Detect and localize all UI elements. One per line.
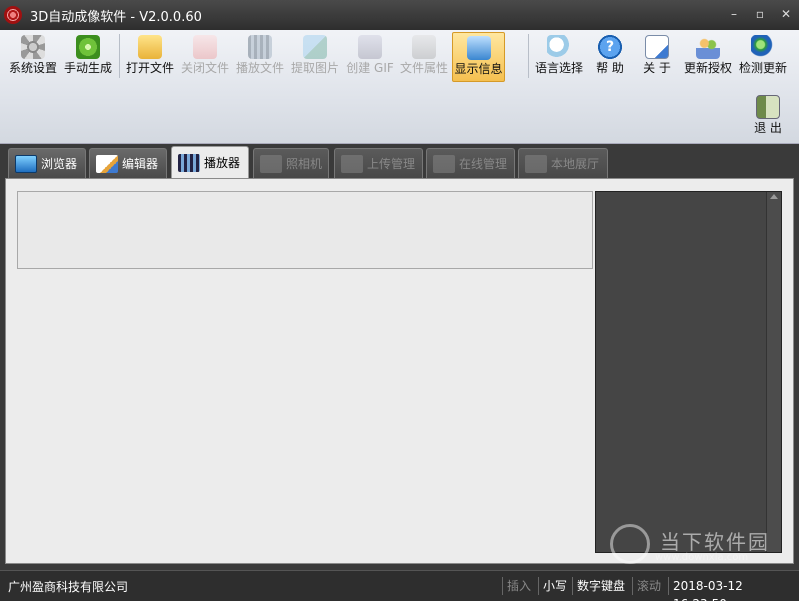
tab-upload[interactable]: 上传管理 <box>334 148 423 178</box>
create-gif-button[interactable]: 创建 GIF <box>343 32 397 82</box>
online-manage-icon <box>433 154 455 173</box>
play-file-label: 播放文件 <box>235 61 284 75</box>
tab-online-label: 在线管理 <box>459 157 508 171</box>
tab-camera-label: 照相机 <box>286 157 323 171</box>
close-file-icon <box>193 35 217 59</box>
manual-generate-label: 手动生成 <box>63 61 112 75</box>
minimize-button[interactable]: – <box>727 6 741 22</box>
maximize-button[interactable]: ▫ <box>753 6 767 22</box>
gear-icon <box>21 35 45 59</box>
window-controls: – ▫ ✕ <box>727 6 793 22</box>
monitor-icon <box>466 36 491 60</box>
toolbar-ribbon: 系统设置 手动生成 打开文件 关闭文件 播放文件 提取图片 创建 GIF 文件属… <box>0 30 799 144</box>
window-title: 3D自动成像软件 - V2.0.0.60 <box>30 9 202 25</box>
info-side-panel <box>595 191 782 553</box>
tab-camera[interactable]: 照相机 <box>253 148 329 178</box>
upload-icon <box>341 154 363 173</box>
tab-browser-label: 浏览器 <box>41 157 78 171</box>
file-properties-label: 文件属性 <box>399 61 448 75</box>
tab-player-label: 播放器 <box>204 156 241 170</box>
globe-icon <box>751 35 775 59</box>
side-panel-scrollbar[interactable] <box>766 192 781 552</box>
player-info-panel <box>17 191 593 269</box>
tab-player[interactable]: 播放器 <box>171 146 249 178</box>
check-update-button[interactable]: 检测更新 <box>738 32 788 82</box>
tab-local-gallery[interactable]: 本地展厅 <box>518 148 608 178</box>
open-file-button[interactable]: 打开文件 <box>123 32 177 82</box>
system-settings-label: 系统设置 <box>8 61 57 75</box>
manual-generate-button[interactable]: 手动生成 <box>61 32 115 82</box>
system-settings-button[interactable]: 系统设置 <box>6 32 60 82</box>
status-numpad: 数字键盘 <box>572 577 629 595</box>
pencil-icon <box>96 154 118 173</box>
tab-local-gallery-label: 本地展厅 <box>551 157 600 171</box>
show-info-button[interactable]: 显示信息 <box>452 32 505 82</box>
help-label: 帮 助 <box>596 61 624 75</box>
gallery-icon <box>525 154 547 173</box>
tab-editor-label: 编辑器 <box>122 157 159 171</box>
toolbar-separator <box>528 34 529 78</box>
open-file-label: 打开文件 <box>125 61 174 75</box>
help-icon: ? <box>598 35 622 59</box>
close-button[interactable]: ✕ <box>779 6 793 22</box>
app-logo-icon <box>4 6 22 24</box>
close-file-button[interactable]: 关闭文件 <box>178 32 232 82</box>
about-button[interactable]: 关 于 <box>635 32 679 82</box>
scroll-up-arrow-icon[interactable] <box>770 194 778 199</box>
database-icon <box>412 35 436 59</box>
toolbar-separator <box>119 34 120 78</box>
film-icon <box>178 153 200 172</box>
exit-button[interactable]: 退 出 <box>748 92 788 142</box>
status-insert: 插入 <box>502 577 535 595</box>
extract-image-button[interactable]: 提取图片 <box>288 32 342 82</box>
image-icon <box>303 35 327 59</box>
monitor-icon <box>15 154 37 173</box>
camera-icon <box>260 154 282 173</box>
folder-icon <box>138 35 162 59</box>
sparkle-icon <box>76 35 100 59</box>
document-edit-icon <box>645 35 669 59</box>
status-scroll: 滚动 <box>632 577 665 595</box>
gif-icon <box>358 35 382 59</box>
watermark-url: www.downxia.com <box>655 552 749 563</box>
status-datetime: 2018-03-12 16:23:50 <box>668 577 799 601</box>
watermark-text: 当下软件园 <box>660 530 770 554</box>
file-properties-button[interactable]: 文件属性 <box>397 32 451 82</box>
create-gif-label: 创建 GIF <box>346 61 394 75</box>
title-bar: 3D自动成像软件 - V2.0.0.60 – ▫ ✕ <box>0 0 799 30</box>
tab-browser[interactable]: 浏览器 <box>8 148 86 178</box>
exit-label: 退 出 <box>754 121 782 135</box>
status-bar: 广州盈商科技有限公司 插入 小写 数字键盘 滚动 2018-03-12 16:2… <box>0 570 799 601</box>
show-info-label: 显示信息 <box>454 62 503 76</box>
tab-upload-label: 上传管理 <box>367 157 416 171</box>
play-file-button[interactable]: 播放文件 <box>233 32 287 82</box>
close-file-label: 关闭文件 <box>180 61 229 75</box>
help-button[interactable]: ? 帮 助 <box>588 32 632 82</box>
exit-door-icon <box>756 95 780 119</box>
main-tabbar: 浏览器 编辑器 播放器 照相机 上传管理 在线管理 本地展厅 <box>0 144 799 178</box>
language-button[interactable]: 语言选择 <box>532 32 586 82</box>
film-icon <box>248 35 272 59</box>
speech-bubble-icon <box>547 35 571 59</box>
player-content-area <box>5 178 794 564</box>
company-name: 广州盈商科技有限公司 <box>8 580 129 594</box>
update-license-button[interactable]: 更新授权 <box>683 32 733 82</box>
extract-image-label: 提取图片 <box>290 61 339 75</box>
update-license-label: 更新授权 <box>683 61 732 75</box>
tab-editor[interactable]: 编辑器 <box>89 148 167 178</box>
tab-online[interactable]: 在线管理 <box>426 148 515 178</box>
users-icon <box>696 35 720 59</box>
about-label: 关 于 <box>643 61 671 75</box>
status-lowercase: 小写 <box>538 577 571 595</box>
language-label: 语言选择 <box>534 61 583 75</box>
watermark-logo-icon <box>610 524 650 564</box>
check-update-label: 检测更新 <box>738 61 787 75</box>
